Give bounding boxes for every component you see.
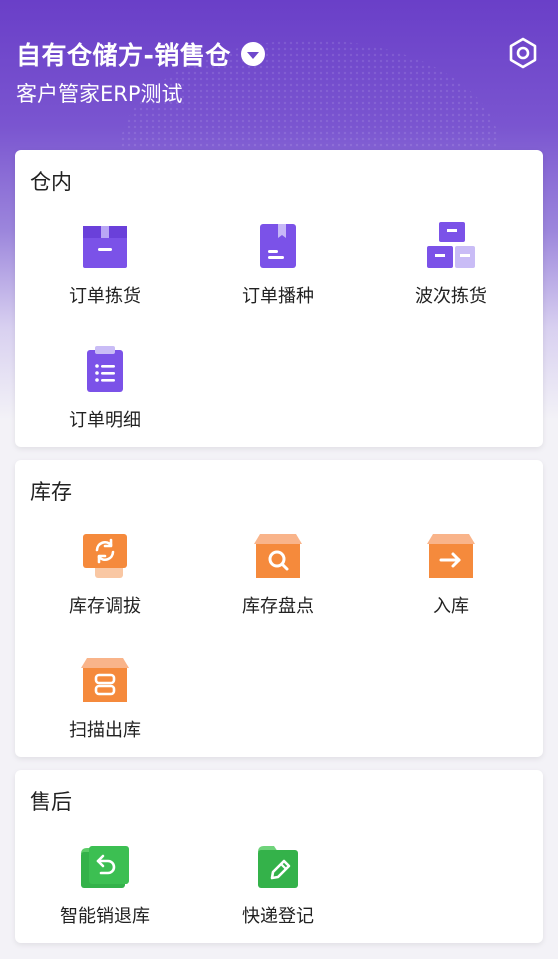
order-sow-book-icon: [260, 224, 296, 268]
section-after-sales: 售后 智能销退库 快递登记: [15, 770, 543, 943]
smart-return-button[interactable]: 智能销退库: [15, 842, 195, 952]
item-label: 订单明细: [69, 410, 141, 431]
warehouse-title[interactable]: 自有仓储方-销售仓: [16, 36, 231, 72]
item-label: 扫描出库: [69, 720, 141, 741]
section-inventory: 库存 库存调拔 库存盘点 入库 扫描出库: [15, 460, 543, 757]
stocktake-icon: [254, 534, 302, 578]
stock-transfer-button[interactable]: 库存调拔: [15, 532, 195, 642]
courier-register-icon: [258, 846, 298, 888]
stocktake-button[interactable]: 库存盘点: [188, 532, 368, 642]
order-detail-clipboard-icon: [87, 346, 123, 392]
item-label: 库存调拔: [69, 596, 141, 617]
wave-pick-boxes-icon: [427, 222, 475, 268]
company-name: 客户管家ERP测试: [16, 82, 183, 106]
courier-register-button[interactable]: 快递登记: [188, 842, 368, 952]
item-label: 订单播种: [242, 286, 314, 307]
order-pick-box-icon: [83, 226, 127, 268]
warehouse-selector[interactable]: 自有仓储方-销售仓: [16, 36, 265, 72]
order-sow-button[interactable]: 订单播种: [188, 222, 368, 332]
settings-icon[interactable]: [506, 36, 540, 70]
order-detail-button[interactable]: 订单明细: [15, 346, 195, 456]
scan-outbound-button[interactable]: 扫描出库: [15, 656, 195, 766]
item-label: 订单拣货: [69, 286, 141, 307]
chevron-down-icon[interactable]: [240, 42, 265, 66]
wave-pick-button[interactable]: 波次拣货: [361, 222, 541, 332]
item-label: 波次拣货: [415, 286, 487, 307]
item-label: 快递登记: [242, 906, 314, 927]
inbound-button[interactable]: 入库: [361, 532, 541, 642]
item-label: 入库: [433, 596, 469, 617]
return-icon: [81, 846, 129, 888]
section-title: 库存: [30, 480, 72, 504]
section-warehouse: 仓内 订单拣货 订单播种 波次拣货 订单明细: [15, 150, 543, 447]
scan-outbound-icon: [81, 658, 129, 702]
section-title: 售后: [30, 790, 72, 814]
item-label: 库存盘点: [242, 596, 314, 617]
item-label: 智能销退库: [60, 906, 150, 927]
order-pick-button[interactable]: 订单拣货: [15, 222, 195, 332]
inbound-icon: [427, 534, 475, 578]
app-header: 自有仓储方-销售仓 客户管家ERP测试: [0, 0, 558, 140]
section-title: 仓内: [30, 170, 72, 194]
transfer-icon: [83, 534, 127, 578]
